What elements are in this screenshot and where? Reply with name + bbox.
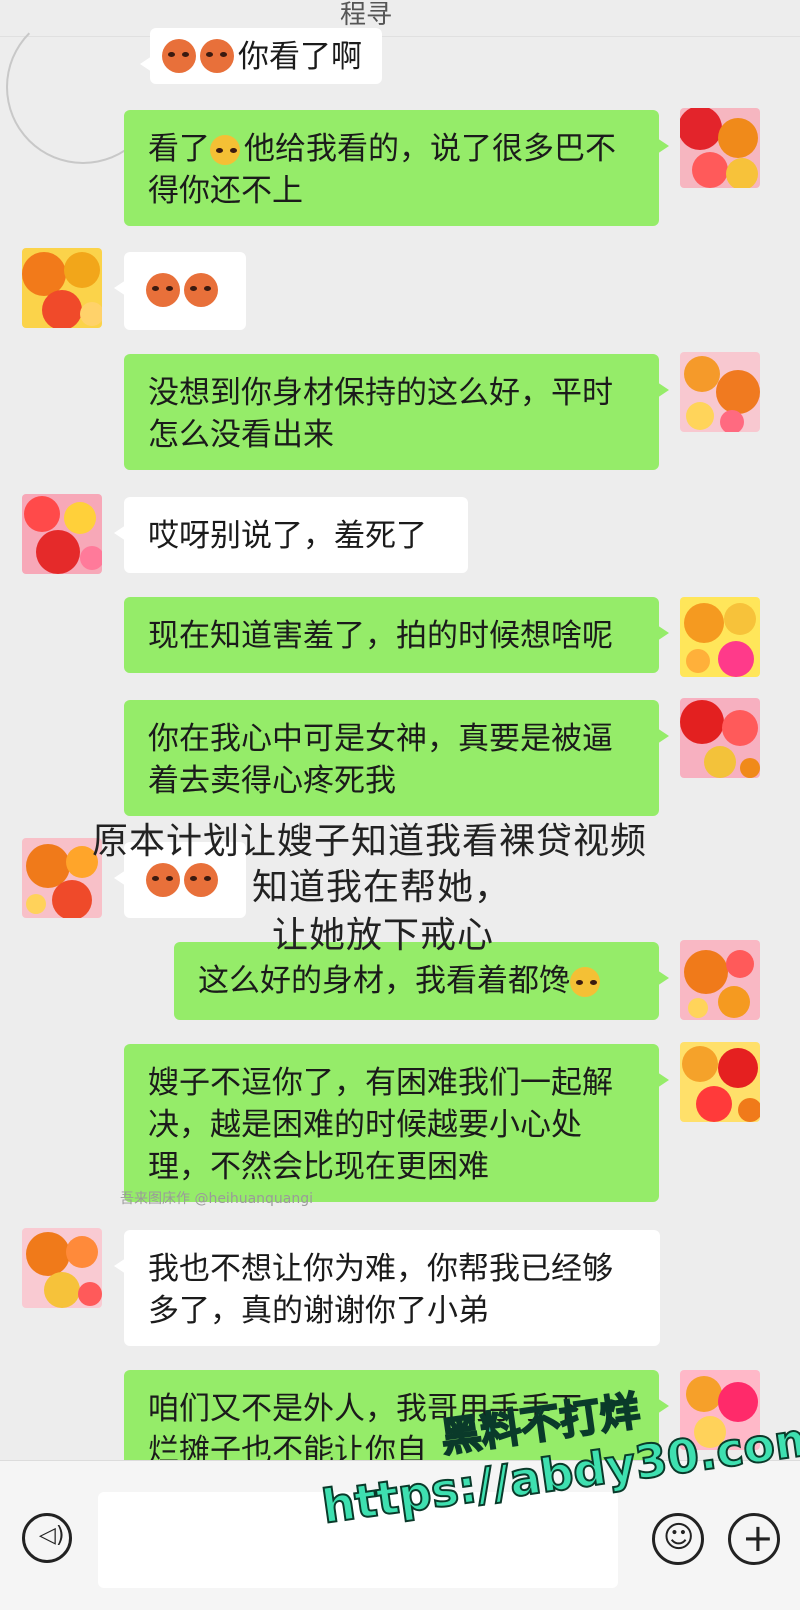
avatar[interactable] [22, 494, 102, 574]
chat-bubble-left: 哎呀别说了，羞死了 [114, 497, 468, 573]
avatar[interactable] [22, 838, 102, 918]
chat-bubble-left: 我也不想让你为难，你帮我已经够 多了，真的谢谢你了小弟 [114, 1230, 660, 1346]
overlay-caption-line: 让她放下戒心 [272, 915, 495, 956]
chat-title: 程寻 [340, 0, 393, 30]
avatar[interactable] [680, 352, 760, 432]
avatar[interactable] [680, 940, 760, 1020]
avatar[interactable] [680, 1042, 760, 1122]
emoji-icon [146, 273, 180, 307]
emoji-icon[interactable]: ☺ [652, 1513, 704, 1565]
chat-bubble-right: 现在知道害羞了，拍的时候想啥呢 [124, 597, 669, 673]
avatar[interactable] [680, 698, 760, 778]
crying-emoji-icon [210, 135, 240, 165]
chat-bubble-right: 没想到你身材保持的这么好，平时 怎么没看出来 [124, 354, 669, 470]
laughing-emoji-icon [570, 967, 600, 997]
chat-bubble-right: 嫂子不逗你了，有困难我们一起解 决，越是困难的时候越要小心处 理，不然会比现在更… [124, 1044, 669, 1202]
avatar[interactable] [22, 1228, 102, 1308]
avatar[interactable] [680, 597, 760, 677]
overlay-caption-line: 原本计划让嫂子知道我看裸贷视频 [92, 821, 648, 862]
chat-bubble-left [114, 252, 246, 330]
emoji-icon [200, 39, 234, 73]
emoji-icon [184, 273, 218, 307]
emoji-icon [184, 863, 218, 897]
emoji-icon [162, 39, 196, 73]
plus-icon[interactable]: + [728, 1513, 780, 1565]
emoji-icon [146, 863, 180, 897]
chat-bubble-right: 你在我心中可是女神，真要是被逼 着去卖得心疼死我 [124, 700, 669, 816]
chat-bubble-right: 看了 他给我看的，说了很多巴不 得你还不上 [124, 110, 669, 226]
avatar[interactable] [22, 248, 102, 328]
inline-watermark: 吾来图床作 @heihuanquangi [120, 1191, 314, 1207]
voice-icon[interactable]: ◁) [22, 1513, 72, 1563]
overlay-caption-line: 知道我在帮她， [252, 867, 512, 908]
chat-bubble-left: 你看了啊 [140, 28, 382, 84]
avatar[interactable] [680, 108, 760, 188]
